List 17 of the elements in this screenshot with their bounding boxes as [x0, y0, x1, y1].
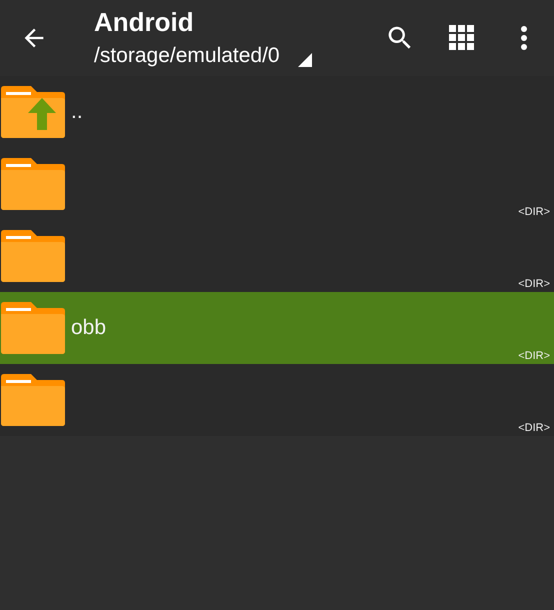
more-vertical-icon [520, 25, 528, 51]
dir-label: <DIR> [518, 350, 550, 362]
dir-label: <DIR> [518, 422, 550, 434]
folder-up-icon [1, 86, 65, 138]
folder-icon [1, 230, 65, 282]
folder-icon [1, 302, 65, 354]
folder-title: Android [94, 7, 195, 37]
folder-icon [1, 374, 65, 426]
path-label: /storage/emulated/0 [94, 43, 280, 69]
grid-icon [449, 25, 475, 51]
folder-name: .. [71, 100, 83, 124]
file-list-item[interactable]: obb <DIR> [0, 292, 554, 364]
dir-label: <DIR> [518, 206, 550, 218]
dir-label: <DIR> [518, 278, 550, 290]
folder-icon [1, 158, 65, 210]
folder-name: obb [71, 316, 106, 340]
dropdown-corner-icon[interactable] [298, 53, 312, 67]
